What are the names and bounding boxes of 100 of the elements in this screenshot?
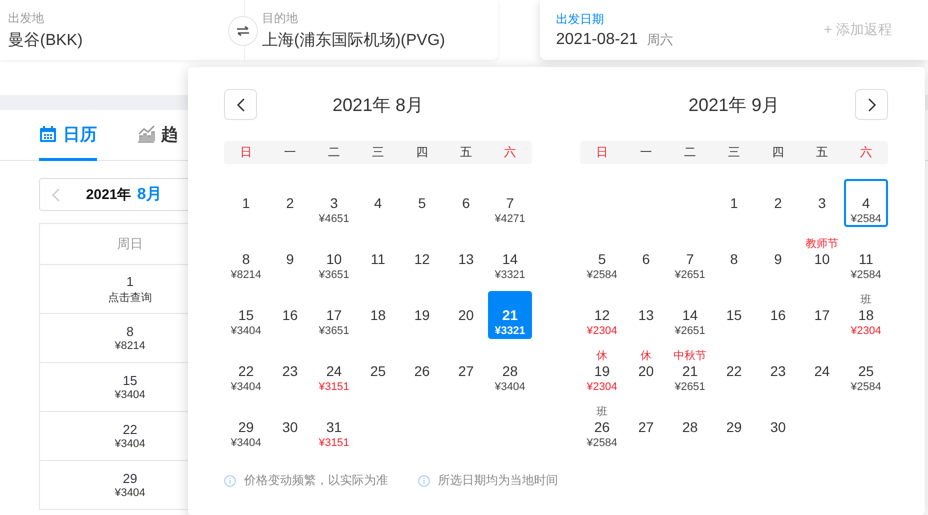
month-label: 8月 [137, 185, 162, 205]
date-cell[interactable]: 4 ¥2584 [844, 179, 888, 227]
date-cell[interactable]: 休 20 [624, 347, 668, 395]
date-cell[interactable]: 中秋节 21 ¥2651 [668, 347, 712, 395]
date-cell[interactable]: 10 ¥3651 [312, 235, 356, 283]
date-cell[interactable]: 休 19 ¥2304 [580, 347, 624, 395]
note-text: 所选日期均为当地时间 [438, 472, 558, 489]
weekday-label: 三 [727, 144, 741, 161]
date-cell[interactable]: 23 [268, 347, 312, 395]
date-cell[interactable]: 13 [624, 291, 668, 339]
date-cell[interactable]: 15 [712, 291, 756, 339]
chevron-left-icon [236, 98, 244, 112]
date-cell[interactable]: 1 [224, 179, 268, 227]
weekday-label: 五 [815, 144, 829, 161]
date-cell[interactable]: 16 [268, 291, 312, 339]
info-icon [224, 474, 236, 486]
date-cell[interactable]: 6 [444, 179, 488, 227]
date-cell[interactable]: 21 ¥3321 [488, 291, 532, 339]
chevron-right-icon [868, 98, 876, 112]
date-cell[interactable]: 1 [712, 179, 756, 227]
date-cell[interactable]: 9 [268, 235, 312, 283]
date-cell[interactable]: 2 [756, 179, 800, 227]
swap-button[interactable] [228, 16, 258, 46]
weekday-label: 四 [771, 144, 785, 161]
date-cell[interactable]: 20 [444, 291, 488, 339]
date-cell[interactable]: 15 ¥3404 [224, 291, 268, 339]
tab[interactable]: 趋 [137, 110, 178, 161]
date-cell[interactable]: 22 ¥3404 [224, 347, 268, 395]
date-cell[interactable]: 23 [756, 347, 800, 395]
date-cell[interactable]: 班 18 ¥2304 [844, 291, 888, 339]
date-cell[interactable]: 3 ¥4651 [312, 179, 356, 227]
tab[interactable]: 日历 [39, 110, 97, 161]
date-cell[interactable]: 12 ¥2304 [580, 291, 624, 339]
date-cell[interactable]: 30 [268, 403, 312, 451]
origin-value[interactable]: 曼谷(BKK) [8, 30, 83, 50]
weekday-label: 六 [859, 144, 873, 161]
date-cell[interactable]: 25 [356, 347, 400, 395]
date-cell[interactable]: 28 [668, 403, 712, 451]
weekday-label: 五 [459, 144, 473, 161]
date-cell[interactable]: 24 [800, 347, 844, 395]
date-cell[interactable]: 28 ¥3404 [488, 347, 532, 395]
date-cell[interactable]: 3 [800, 179, 844, 227]
date-cell[interactable]: 17 [800, 291, 844, 339]
date-cell[interactable]: 11 ¥2584 [844, 235, 888, 283]
date-cell[interactable]: 12 [400, 235, 444, 283]
date-cell[interactable]: 25 ¥2584 [844, 347, 888, 395]
date-cell[interactable]: 11 [356, 235, 400, 283]
weekday-label: 四 [415, 144, 429, 161]
date-cell[interactable]: 教师节 10 [800, 235, 844, 283]
date-cell[interactable]: 27 [444, 347, 488, 395]
date-cell[interactable]: 7 ¥2651 [668, 235, 712, 283]
month-title: 2021年 9月 [687, 94, 781, 116]
date-cell[interactable]: 14 ¥2651 [668, 291, 712, 339]
date-cell[interactable]: 14 ¥3321 [488, 235, 532, 283]
previous-month-button[interactable] [224, 89, 257, 120]
weekday-label: 三 [371, 144, 385, 161]
date-value[interactable]: 2021-08-21 [556, 31, 638, 49]
weekday-label: 日 [239, 144, 253, 161]
date-cell[interactable]: 2 [268, 179, 312, 227]
date-cell[interactable]: 6 [624, 235, 668, 283]
weekday-label: 日 [595, 144, 609, 161]
destination-value[interactable]: 上海(浦东国际机场)(PVG) [262, 30, 446, 50]
trend-chart-icon [137, 125, 155, 143]
date-cell[interactable]: 7 ¥4271 [488, 179, 532, 227]
next-month-button[interactable] [855, 89, 888, 120]
date-cell[interactable]: 4 [356, 179, 400, 227]
year-label: 2021年 [86, 186, 132, 204]
info-icon [418, 474, 430, 486]
date-cell[interactable]: 29 ¥3404 [224, 403, 268, 451]
date-cell[interactable]: 5 [400, 179, 444, 227]
swap-icon [236, 26, 250, 36]
calendar-icon [39, 125, 57, 143]
date-cell[interactable]: 8 ¥8214 [224, 235, 268, 283]
date-cell[interactable]: 29 [712, 403, 756, 451]
note-text: 价格变动频繁，以实际为准 [244, 472, 388, 489]
date-cell[interactable]: 18 [356, 291, 400, 339]
month-title: 2021年 8月 [331, 94, 425, 116]
date-cell[interactable]: 13 [444, 235, 488, 283]
date-cell[interactable]: 22 [712, 347, 756, 395]
date-cell[interactable]: 24 ¥3151 [312, 347, 356, 395]
field-label: 目的地 [262, 10, 298, 26]
weekday-label: 一 [283, 144, 297, 161]
date-cell[interactable]: 9 [756, 235, 800, 283]
date-cell[interactable]: 16 [756, 291, 800, 339]
field-label: 出发地 [8, 10, 44, 26]
weekday-label: 一 [639, 144, 653, 161]
date-cell[interactable]: 27 [624, 403, 668, 451]
date-cell[interactable]: 17 ¥3651 [312, 291, 356, 339]
weekday-label: 二 [327, 144, 341, 161]
date-cell[interactable]: 19 [400, 291, 444, 339]
date-cell[interactable]: 8 [712, 235, 756, 283]
weekday-label: 六 [503, 144, 517, 161]
date-cell[interactable]: 26 [400, 347, 444, 395]
date-cell[interactable]: 31 ¥3151 [312, 403, 356, 451]
weekday-label: 二 [683, 144, 697, 161]
date-cell[interactable]: 5 ¥2584 [580, 235, 624, 283]
weekday-label: 周六 [646, 31, 673, 49]
date-cell[interactable]: 班 26 ¥2584 [580, 403, 624, 451]
field-label: 出发日期 [556, 11, 605, 28]
date-cell[interactable]: 30 [756, 403, 800, 451]
